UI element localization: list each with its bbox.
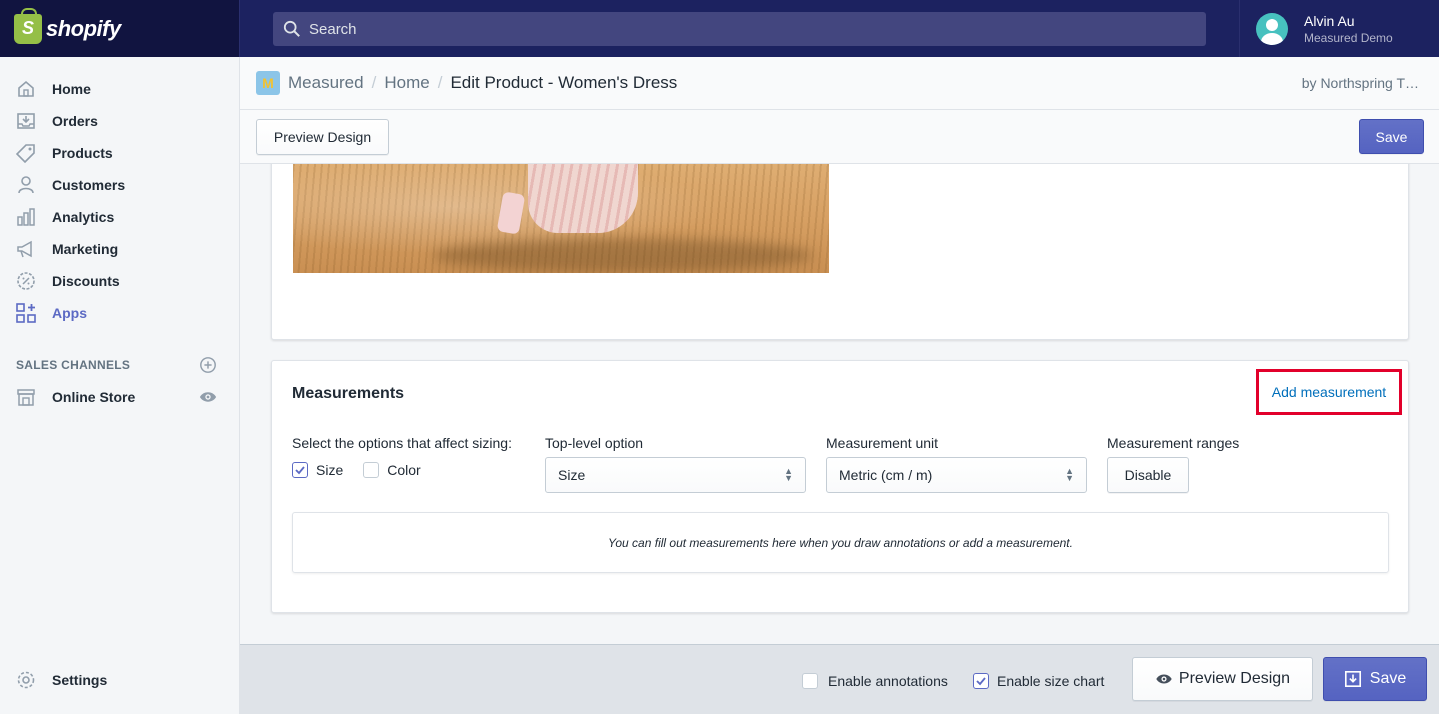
breadcrumb-app[interactable]: Measured [288, 73, 364, 93]
store-icon [16, 387, 36, 407]
search-input[interactable] [309, 20, 1189, 38]
enable-size-chart: Enable size chart [973, 673, 1104, 689]
sidebar-item-apps[interactable]: Apps [0, 297, 239, 329]
main-content: M Measured / Home / Edit Product - Women… [240, 57, 1439, 714]
sidebar-item-label: Apps [52, 305, 87, 321]
size-checkbox[interactable] [292, 462, 308, 478]
select-arrows-icon: ▲ ▼ [784, 466, 793, 483]
sales-channels-header: SALES CHANNELS [0, 349, 239, 381]
store-name: Measured Demo [1304, 30, 1393, 45]
sidebar-item-discounts[interactable]: Discounts [0, 265, 239, 297]
search-icon [283, 20, 300, 37]
top-level-option-label: Top-level option [545, 435, 644, 451]
eye-icon [1156, 674, 1172, 684]
apps-icon [16, 303, 36, 323]
select-arrows-icon: ▲ ▼ [1065, 466, 1074, 483]
sidebar-item-label: Marketing [52, 241, 119, 257]
add-channel-icon[interactable] [199, 356, 217, 374]
top-level-option-select[interactable]: Size ▲ ▼ [545, 457, 806, 493]
developer-credit[interactable]: by Northspring T… [1302, 75, 1419, 91]
measurements-empty-state: You can fill out measurements here when … [292, 512, 1389, 573]
measurements-card: Measurements Add measurement Select the … [271, 360, 1409, 613]
measurement-ranges-label: Measurement ranges [1107, 435, 1240, 451]
measurements-title: Measurements [292, 385, 405, 402]
app-header: M Measured / Home / Edit Product - Women… [240, 57, 1439, 110]
person-icon [16, 175, 36, 195]
color-checkbox-label: Color [387, 462, 421, 478]
product-image-card [271, 164, 1409, 340]
footer-save-button[interactable]: Save [1323, 657, 1427, 701]
sales-channels-title: SALES CHANNELS [16, 358, 131, 372]
search-bar[interactable] [273, 12, 1206, 46]
sidebar-item-marketing[interactable]: Marketing [0, 233, 239, 265]
checkmark-icon [976, 677, 986, 686]
enable-size-chart-checkbox[interactable] [973, 673, 989, 689]
breadcrumb-separator: / [437, 73, 443, 92]
measured-app-logo: M [256, 71, 280, 95]
sidebar-item-customers[interactable]: Customers [0, 169, 239, 201]
size-checkbox-label: Size [316, 462, 344, 478]
gear-icon [16, 670, 36, 690]
toolbar: Preview Design Save [240, 110, 1439, 164]
shopify-logo[interactable]: S shopify [0, 0, 240, 57]
disable-ranges-button[interactable]: Disable [1107, 457, 1189, 493]
sidebar-item-label: Online Store [52, 389, 136, 405]
breadcrumb-home[interactable]: Home [384, 73, 429, 93]
sidebar-item-label: Customers [52, 177, 126, 193]
sidebar-item-label: Orders [52, 113, 98, 129]
sidebar-item-label: Home [52, 81, 91, 97]
sidebar-item-settings[interactable]: Settings [0, 664, 239, 696]
measurement-unit-label: Measurement unit [826, 435, 939, 451]
top-bar: S shopify Alvin Au Measured Demo [0, 0, 1439, 57]
discount-icon [16, 271, 36, 291]
sizing-options-label: Select the options that affect sizing: [292, 435, 512, 451]
home-icon [16, 79, 36, 99]
bar-chart-icon [16, 207, 36, 227]
add-measurement-highlight: Add measurement [1256, 369, 1402, 415]
brand-wordmark: shopify [46, 15, 121, 41]
measurement-unit-value: Metric (cm / m) [839, 467, 933, 483]
measurement-unit-select[interactable]: Metric (cm / m) ▲ ▼ [826, 457, 1087, 493]
breadcrumb-separator: / [371, 73, 377, 92]
color-checkbox[interactable] [363, 462, 380, 478]
sidebar-item-label: Products [52, 145, 113, 161]
enable-annotations-label: Enable annotations [828, 673, 948, 689]
save-button[interactable]: Save [1359, 119, 1424, 154]
product-photo [293, 164, 829, 273]
tag-icon [16, 143, 36, 163]
footer-save-label: Save [1369, 670, 1407, 687]
avatar [1256, 12, 1288, 45]
sidebar-item-analytics[interactable]: Analytics [0, 201, 239, 233]
megaphone-icon [16, 239, 36, 259]
enable-size-chart-label: Enable size chart [997, 673, 1105, 689]
user-menu[interactable]: Alvin Au Measured Demo [1239, 0, 1439, 57]
orders-icon [16, 111, 36, 131]
enable-annotations: Enable annotations [802, 673, 948, 689]
add-measurement-link[interactable]: Add measurement [1272, 384, 1386, 400]
footer-preview-design-button[interactable]: Preview Design [1132, 657, 1313, 701]
footer-preview-label: Preview Design [1178, 670, 1291, 687]
sidebar-item-label: Analytics [52, 209, 115, 225]
save-icon [1344, 670, 1361, 688]
shopify-bag-icon: S [14, 7, 42, 44]
preview-design-button[interactable]: Preview Design [256, 119, 389, 155]
sidebar-item-home[interactable]: Home [0, 73, 239, 105]
user-name: Alvin Au [1304, 12, 1355, 29]
scroll-area[interactable]: Measurements Add measurement Select the … [240, 164, 1439, 644]
enable-annotations-checkbox[interactable] [802, 673, 818, 689]
top-level-option-value: Size [558, 467, 586, 483]
checkmark-icon [295, 466, 305, 475]
footer-bar: Enable annotations Enable size chart Pre… [240, 644, 1439, 714]
sidebar-item-label: Settings [52, 672, 108, 688]
sidebar: Home Orders Products Customers Analytics… [0, 57, 240, 714]
sidebar-item-products[interactable]: Products [0, 137, 239, 169]
sidebar-item-label: Discounts [52, 273, 120, 289]
eye-icon[interactable] [199, 390, 217, 404]
page-title: Edit Product - Women's Dress [450, 73, 678, 92]
sidebar-item-online-store[interactable]: Online Store [0, 381, 239, 413]
sidebar-item-orders[interactable]: Orders [0, 105, 239, 137]
sizing-options: Size Color [292, 462, 441, 478]
